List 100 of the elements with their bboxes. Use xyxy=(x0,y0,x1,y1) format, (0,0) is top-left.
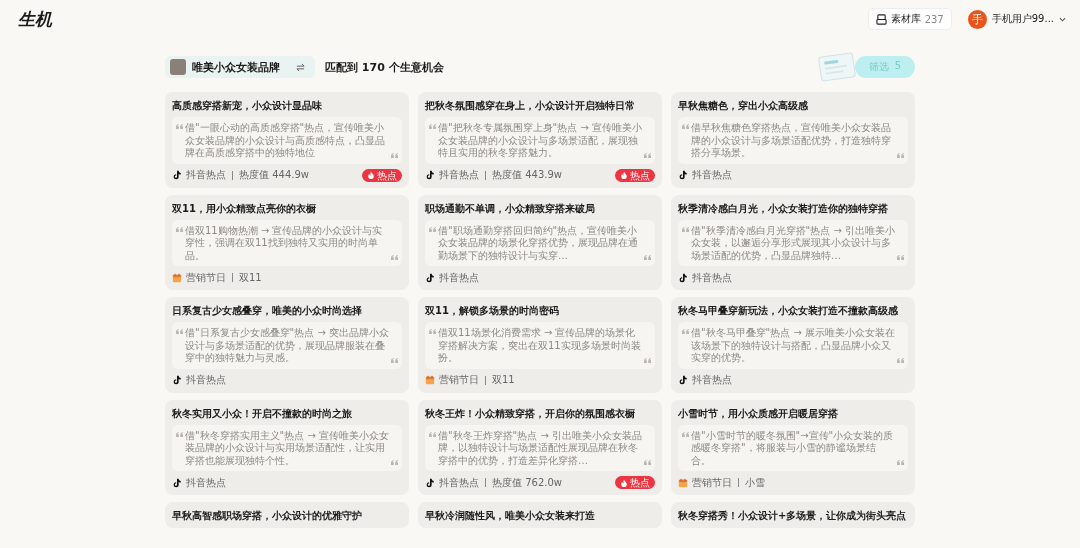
source-label: 抖音热点 xyxy=(692,168,732,182)
tag-label: 热度值 762.0w xyxy=(492,475,562,490)
opportunity-card[interactable]: 高质感穿搭新宠，小众设计显品味 借"一眼心动的高质感穿搭"热点，宣传唯美小众女装品牌的小众设计与高质感特点，凸显品牌在高质感穿搭中的独特地位 抖音热点 热度值 444.9w 热点 xyxy=(165,92,409,188)
opportunity-card[interactable]: 秋冬王炸！小众精致穿搭，开启你的氛围感衣橱 借"秋冬王炸穿搭"热点 → 引出唯美小众女装品牌，以独特设计与场景适配性展现品牌在秋冬穿搭中的优势，打造差异化穿搭… 抖音热点 热度值 762.0w 热点 xyxy=(418,399,662,495)
close-quote-icon xyxy=(897,460,904,465)
open-quote-icon xyxy=(682,431,689,437)
calendar-icon xyxy=(425,375,435,385)
logo[interactable]: 生机 xyxy=(18,7,52,31)
close-quote-icon xyxy=(644,460,651,465)
source-label: 营销节日 xyxy=(692,475,732,490)
tag-label: 热度值 444.9w xyxy=(239,168,309,182)
close-quote-icon xyxy=(897,152,904,158)
source-label: 抖音热点 xyxy=(439,270,479,285)
card-description: 借"一眼心动的高质感穿搭"热点，宣传唯美小众女装品牌的小众设计与高质感特点，凸显品牌在高质感穿搭中的独特地位 xyxy=(185,122,386,160)
close-quote-icon xyxy=(897,357,904,363)
open-quote-icon xyxy=(429,329,436,334)
source-label: 抖音热点 xyxy=(186,475,226,490)
music-note-icon xyxy=(425,477,435,488)
source-label: 营销节日 xyxy=(439,373,479,387)
music-note-icon xyxy=(678,170,688,180)
music-note-icon xyxy=(172,170,182,180)
source-label: 抖音热点 xyxy=(692,270,732,285)
opportunity-card[interactable]: 早秋冷润随性风，唯美小众女装来打造 xyxy=(418,502,662,528)
card-title: 早秋高智感职场穿搭，小众设计的优雅守护 xyxy=(172,509,363,522)
card-description: 借"把秋冬专属氛围穿上身"热点 → 宣传唯美小众女装品牌的小众设计与多场景适配，展现独特且实用的秋冬穿搭魅力。 xyxy=(438,122,642,160)
card-description: 借"日系复古少女感叠穿"热点 → 突出品牌小众设计与多场景适配的优势，展现品牌服装在叠穿中的独特魅力与灵感。 xyxy=(185,327,389,365)
card-title: 双11，用小众精致点亮你的衣橱 xyxy=(172,201,317,215)
music-note-icon xyxy=(172,477,182,488)
match-count: 匹配到 170 个生意机会 xyxy=(325,59,444,75)
user-menu[interactable]: 手 手机用户99... xyxy=(967,9,1066,29)
flame-icon xyxy=(620,171,628,179)
open-quote-icon xyxy=(682,124,689,129)
card-title: 日系复古少女感叠穿，唯美的小众时尚选择 xyxy=(172,304,363,317)
opportunity-card[interactable]: 秋季清冷感白月光，小众女装打造你的独特穿搭 借"秋季清冷感白月光穿搭"热点 → 引出唯美小众女装，以邂逅分享形式展现其小众设计与多场景适配的优势，凸显品牌独特… 抖音热点 xyxy=(671,194,915,290)
opportunity-card[interactable]: 秋冬穿搭秀！小众设计+多场景，让你成为街头亮点 xyxy=(671,502,915,528)
card-title: 双11，解锁多场景的时尚密码 xyxy=(425,304,560,317)
brand-name: 唯美小众女装品牌 xyxy=(192,59,280,75)
flame-icon xyxy=(620,478,628,487)
flame-icon xyxy=(367,171,375,179)
card-title: 把秋冬氛围感穿在身上，小众设计开启独特日常 xyxy=(425,99,636,112)
open-quote-icon xyxy=(682,226,689,232)
brand-selector[interactable]: 唯美小众女装品牌 xyxy=(165,56,315,78)
open-quote-icon xyxy=(429,226,436,232)
opportunity-card[interactable]: 双11，用小众精致点亮你的衣橱 借双11购物热潮 → 宣传品牌的小众设计与实穿性，强调在双11找到独特又实用的时尚单品。 营销节日 双11 xyxy=(165,194,409,290)
card-description: 借双11场景化消费需求 → 宣传品牌的场景化穿搭解决方案，突出在双11实现多场景时尚装扮。 xyxy=(438,327,642,365)
card-description: 借双11购物热潮 → 宣传品牌的小众设计与实穿性，强调在双11找到独特又实用的时尚单品。 xyxy=(185,224,384,262)
caret-icon xyxy=(1059,15,1066,23)
card-title: 秋冬穿搭秀！小众设计+多场景，让你成为街头亮点 xyxy=(678,509,908,522)
library-button[interactable]: 素材库 237 xyxy=(867,8,952,30)
card-title: 秋冬王炸！小众精致穿搭，开启你的氛围感衣橱 xyxy=(425,406,636,420)
tag-label: 小雪 xyxy=(745,475,765,490)
card-title: 早秋冷润随性风，唯美小众女装来打造 xyxy=(425,509,596,522)
tag-label: 双11 xyxy=(492,373,515,387)
card-description: 借"秋冬王炸穿搭"热点 → 引出唯美小众女装品牌，以独特设计与场景适配性展现品牌在秋冬穿搭中的优势，打造差异化穿搭… xyxy=(438,429,642,467)
avatar: 手 xyxy=(967,9,987,29)
close-quote-icon xyxy=(391,255,398,260)
music-note-icon xyxy=(425,170,435,180)
card-title: 早秋焦糖色，穿出小众高级感 xyxy=(678,99,809,112)
open-quote-icon xyxy=(429,431,436,437)
source-label: 营销节日 xyxy=(186,270,226,285)
card-description: 借"小雪时节的暖冬氛围"→宣传"小众女装的质感暖冬穿搭"，将服装与小雪的静谧场景结合。 xyxy=(691,429,895,467)
opportunity-card[interactable]: 双11，解锁多场景的时尚密码 借双11场景化消费需求 → 宣传品牌的场景化穿搭解决方案，突出在双11实现多场景时尚装扮。 营销节日 双11 xyxy=(418,297,662,393)
opportunity-card[interactable]: 早秋高智感职场穿搭，小众设计的优雅守护 xyxy=(165,502,409,528)
card-title: 职场通勤不单调，小众精致穿搭来破局 xyxy=(425,201,596,215)
tag-label: 双11 xyxy=(239,270,262,285)
hot-badge: 热点 xyxy=(615,168,655,182)
card-title: 高质感穿搭新宠，小众设计显品味 xyxy=(172,99,323,112)
source-label: 抖音热点 xyxy=(186,168,226,182)
source-label: 抖音热点 xyxy=(692,373,732,387)
card-description: 借早秋焦糖色穿搭热点，宣传唯美小众女装品牌的小众设计与多场景适配优势，打造独特穿搭分享场景。 xyxy=(691,122,892,160)
music-note-icon xyxy=(172,375,182,385)
close-quote-icon xyxy=(644,152,651,158)
opportunity-card[interactable]: 秋冬马甲叠穿新玩法，小众女装打造不撞款高级感 借"秋冬马甲叠穿"热点 → 展示唯美小众女装在该场景下的独特设计与搭配，凸显品牌小众又实穿的优势。 抖音热点 xyxy=(671,297,915,393)
tag-label: 热度值 443.9w xyxy=(492,168,562,182)
close-quote-icon xyxy=(391,460,398,465)
calendar-icon xyxy=(678,477,688,488)
open-quote-icon xyxy=(176,226,183,232)
card-title: 秋冬实用又小众！开启不撞款的时尚之旅 xyxy=(172,406,353,420)
card-description: 借"职场通勤穿搭回归简约"热点，宣传唯美小众女装品牌的场景化穿搭优势，展现品牌在通勤场景下的独特设计与实穿… xyxy=(438,224,639,262)
opportunity-card[interactable]: 日系复古少女感叠穿，唯美的小众时尚选择 借"日系复古少女感叠穿"热点 → 突出品牌小众设计与多场景适配的优势，展现品牌服装在叠穿中的独特魅力与灵感。 抖音热点 xyxy=(165,297,409,393)
card-description: 借"秋冬穿搭实用主义"热点 → 宣传唯美小众女装品牌的小众设计与实用场景适配性，让实用穿搭也能展现独特个性。 xyxy=(185,429,389,467)
brand-photo-placeholder xyxy=(170,59,186,75)
swap-icon[interactable] xyxy=(296,62,305,72)
opportunity-card[interactable]: 把秋冬氛围感穿在身上，小众设计开启独特日常 借"把秋冬专属氛围穿上身"热点 → 宣传唯美小众女装品牌的小众设计与多场景适配，展现独特且实用的秋冬穿搭魅力。 抖音热点 热度值 443.9w 热点 xyxy=(418,92,662,188)
open-quote-icon xyxy=(176,124,183,129)
card-description: 借"秋冬马甲叠穿"热点 → 展示唯美小众女装在该场景下的独特设计与搭配，凸显品牌小众又实穿的优势。 xyxy=(691,327,895,365)
music-note-icon xyxy=(678,272,688,283)
card-description: 借"秋季清冷感白月光穿搭"热点 → 引出唯美小众女装，以邂逅分享形式展现其小众设计与多场景适配的优势，凸显品牌独特… xyxy=(691,224,895,262)
opportunity-card[interactable]: 小雪时节，用小众质感开启暖居穿搭 借"小雪时节的暖冬氛围"→宣传"小众女装的质感暖冬穿搭"，将服装与小雪的静谧场景结合。 营销节日 小雪 xyxy=(671,399,915,495)
opportunity-card[interactable]: 秋冬实用又小众！开启不撞款的时尚之旅 借"秋冬穿搭实用主义"热点 → 宣传唯美小众女装品牌的小众设计与实用场景适配性，让实用穿搭也能展现独特个性。 抖音热点 xyxy=(165,399,409,495)
source-label: 抖音热点 xyxy=(186,373,226,387)
close-quote-icon xyxy=(897,255,904,260)
music-note-icon xyxy=(678,375,688,385)
hot-badge: 热点 xyxy=(615,476,655,489)
opportunity-card[interactable]: 职场通勤不单调，小众精致穿搭来破局 借"职场通勤穿搭回归简约"热点，宣传唯美小众女装品牌的场景化穿搭优势，展现品牌在通勤场景下的独特设计与实穿… 抖音热点 xyxy=(418,194,662,290)
opportunity-card[interactable]: 早秋焦糖色，穿出小众高级感 借早秋焦糖色穿搭热点，宣传唯美小众女装品牌的小众设计与多场景适配优势，打造独特穿搭分享场景。 抖音热点 xyxy=(671,92,915,188)
open-quote-icon xyxy=(176,431,183,437)
close-quote-icon xyxy=(644,255,651,260)
music-note-icon xyxy=(425,272,435,283)
source-label: 抖音热点 xyxy=(439,168,479,182)
